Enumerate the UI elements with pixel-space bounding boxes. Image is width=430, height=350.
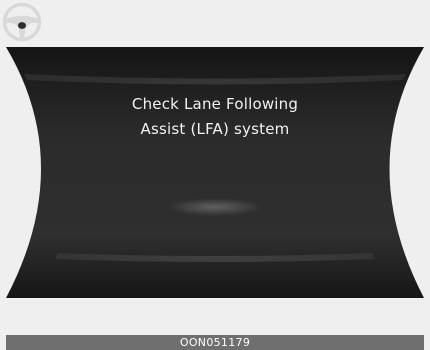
- cluster-display: Check Lane Following Assist (LFA) system: [0, 0, 430, 350]
- image-code-label: OON051179: [179, 336, 251, 349]
- image-code-bar: OON051179: [6, 335, 424, 350]
- warning-message-line-1: Check Lane Following: [131, 95, 299, 113]
- warning-message-line-2: Assist (LFA) system: [140, 120, 290, 138]
- steering-wheel-icon: [2, 2, 42, 42]
- cluster-panel-shape: [6, 47, 424, 298]
